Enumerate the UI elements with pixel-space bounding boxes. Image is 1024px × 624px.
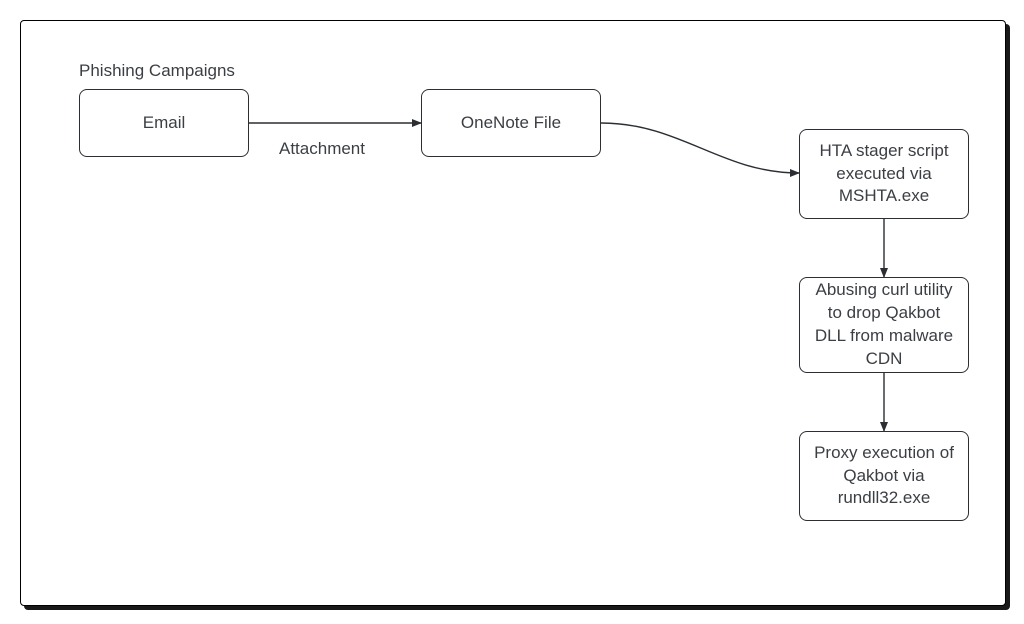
diagram-canvas: Phishing Campaigns Email OneNote File HT… [0,0,1024,624]
node-rundll: Proxy execution of Qakbot via rundll32.e… [799,431,969,521]
node-onenote-label: OneNote File [461,112,561,135]
node-curl: Abusing curl utility to drop Qakbot DLL … [799,277,969,373]
node-onenote: OneNote File [421,89,601,157]
node-email: Email [79,89,249,157]
node-hta-label: HTA stager script executed via MSHTA.exe [810,140,958,209]
node-curl-label: Abusing curl utility to drop Qakbot DLL … [810,279,958,371]
edge-attachment-label: Attachment [279,139,365,159]
diagram-title: Phishing Campaigns [79,61,235,81]
diagram-frame: Phishing Campaigns Email OneNote File HT… [20,20,1006,606]
arrow-onenote-hta [601,123,799,173]
node-email-label: Email [143,112,186,135]
node-rundll-label: Proxy execution of Qakbot via rundll32.e… [810,442,958,511]
node-hta: HTA stager script executed via MSHTA.exe [799,129,969,219]
